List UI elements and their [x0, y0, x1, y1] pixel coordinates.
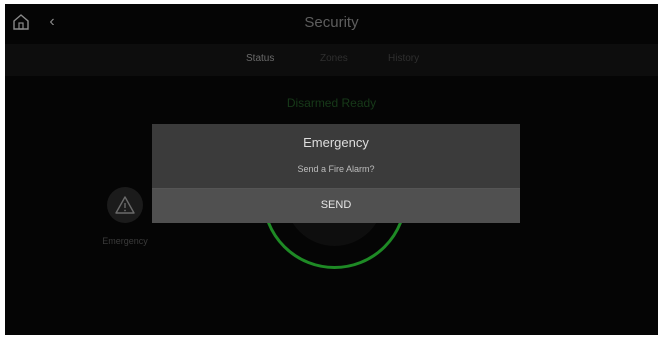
arm-status-text: Disarmed Ready [286, 96, 377, 110]
tab-history[interactable]: History [388, 53, 419, 64]
dialog-message: Send a Fire Alarm? [297, 164, 375, 174]
warning-icon [115, 196, 135, 214]
emergency-dialog: Emergency Send a Fire Alarm? SEND [152, 124, 520, 223]
top-bar: ‹ Security [5, 4, 658, 44]
tab-status[interactable]: Status [246, 53, 274, 64]
emergency-button[interactable] [107, 187, 143, 223]
tab-bar: Status Zones History [5, 44, 658, 76]
page-title: Security [304, 14, 359, 31]
emergency-label: Emergency [102, 236, 148, 246]
send-button[interactable]: SEND [152, 189, 520, 223]
send-button-label: SEND [320, 199, 352, 211]
tab-zones[interactable]: Zones [320, 53, 348, 64]
dialog-title: Emergency [303, 135, 369, 150]
security-screen: ‹ Security Status Zones History Disarmed… [5, 4, 658, 335]
